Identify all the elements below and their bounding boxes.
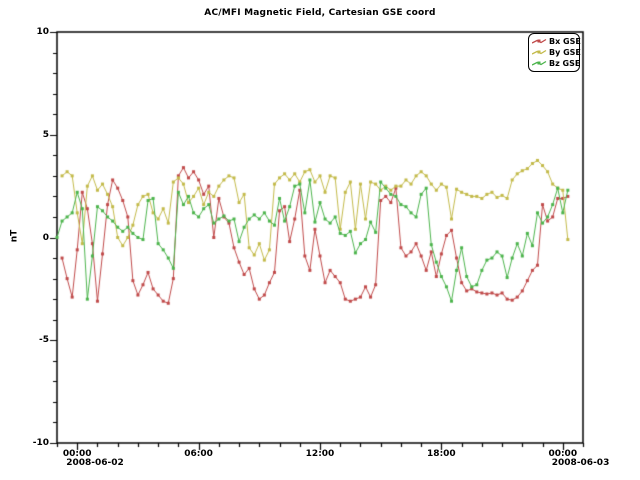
legend-item-bx: Bx GSE	[532, 36, 576, 47]
y-tick-label: 5	[19, 130, 49, 140]
x-tick-label: 06:00	[177, 449, 221, 459]
legend: Bx GSEBy GSEBz GSE	[528, 33, 580, 72]
y-tick-label: -5	[19, 335, 49, 345]
y-axis-label: nT	[9, 230, 19, 243]
legend-line-marker-icon	[532, 37, 547, 46]
y-tick-label: 0	[19, 233, 49, 243]
x-tick-label: 12:00	[298, 449, 342, 459]
legend-item-by: By GSE	[532, 47, 576, 58]
y-tick-label: 10	[19, 27, 49, 37]
legend-label: By GSE	[549, 48, 581, 57]
x-tick-label: 18:00	[419, 449, 463, 459]
legend-line-marker-icon	[532, 59, 547, 68]
legend-label: Bz GSE	[549, 59, 580, 68]
legend-label: Bx GSE	[549, 37, 581, 46]
y-tick-label: -10	[19, 438, 49, 448]
legend-item-bz: Bz GSE	[532, 58, 576, 69]
plot-canvas	[0, 0, 640, 480]
chart: AC/MFI Magnetic Field, Cartesian GSE coo…	[0, 0, 640, 480]
chart-title: AC/MFI Magnetic Field, Cartesian GSE coo…	[0, 8, 640, 18]
legend-line-marker-icon	[532, 48, 547, 57]
x-date-label: 2008-06-03	[552, 458, 610, 468]
x-date-label: 2008-06-02	[66, 458, 124, 468]
